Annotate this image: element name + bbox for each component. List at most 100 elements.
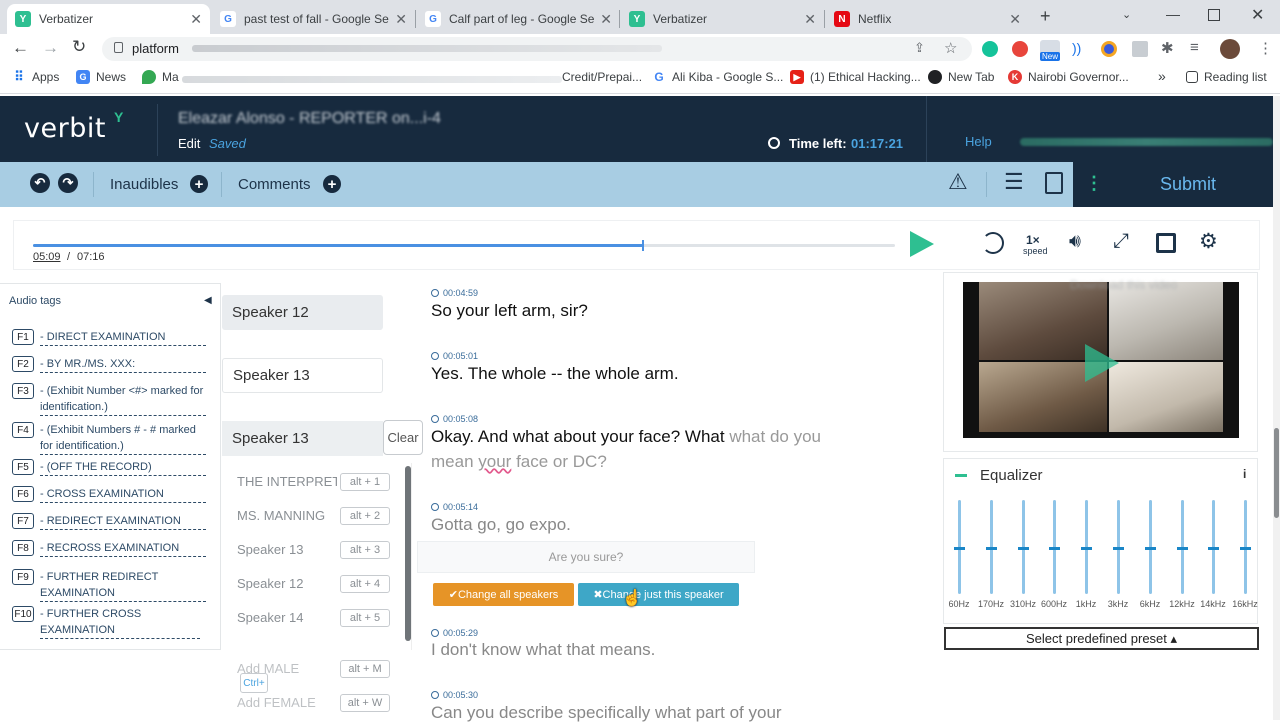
sound-extension-icon[interactable]: )) bbox=[1072, 40, 1081, 56]
segment-timestamp[interactable]: 00:04:59 bbox=[431, 288, 478, 298]
audio-tag-item[interactable]: F7 - REDIRECT EXAMINATION bbox=[12, 513, 206, 530]
bookmark-star-icon[interactable]: ☆ bbox=[944, 39, 957, 57]
reload-icon[interactable]: ↻ bbox=[72, 37, 86, 57]
forward-icon[interactable]: → bbox=[42, 38, 59, 58]
speaker-label[interactable]: Speaker 12 bbox=[222, 295, 383, 330]
speaker-option[interactable]: Speaker 14 bbox=[237, 610, 337, 625]
segment-timestamp[interactable]: 00:05:08 bbox=[431, 414, 478, 424]
preset-select[interactable]: Select predefined preset ▴ bbox=[944, 627, 1259, 650]
close-window-icon[interactable]: ✕ bbox=[1251, 5, 1264, 25]
eq-slider-knob[interactable] bbox=[1081, 547, 1092, 550]
submit-button[interactable]: Submit bbox=[1160, 174, 1216, 195]
bookmark-apps[interactable]: ⠿ Apps bbox=[12, 69, 59, 84]
segment-text[interactable]: So your left arm, sir? bbox=[431, 298, 588, 323]
eq-slider-knob[interactable] bbox=[1018, 547, 1029, 550]
play-icon[interactable] bbox=[910, 231, 934, 257]
audio-tag-item[interactable]: F1 - DIRECT EXAMINATION bbox=[12, 329, 206, 346]
segment-timestamp[interactable]: 00:05:30 bbox=[431, 690, 478, 700]
speaker-option[interactable]: Speaker 12 bbox=[237, 576, 337, 591]
inaudibles-label[interactable]: Inaudibles bbox=[110, 176, 178, 193]
share-icon[interactable]: ⇪ bbox=[914, 40, 925, 56]
browser-tab[interactable]: Y Verbatizer ✕ bbox=[621, 4, 824, 34]
segment-timestamp[interactable]: 00:05:01 bbox=[431, 351, 478, 361]
screenshot-extension-icon[interactable] bbox=[1132, 41, 1148, 57]
new-tab-button[interactable]: + bbox=[1040, 6, 1051, 27]
add-inaudible-icon[interactable]: + bbox=[190, 175, 208, 193]
seek-bar[interactable] bbox=[33, 244, 895, 247]
spellcheck-word[interactable]: your bbox=[478, 452, 511, 471]
segment-timestamp[interactable]: 00:05:14 bbox=[431, 502, 478, 512]
back-icon[interactable]: ← bbox=[12, 38, 29, 58]
undo-icon[interactable]: ↶ bbox=[30, 173, 50, 193]
video-frame[interactable] bbox=[963, 282, 1239, 438]
collapse-chevron-icon[interactable]: ◀ bbox=[204, 295, 212, 306]
dropdown-scrollbar[interactable] bbox=[405, 466, 411, 641]
browser-tab[interactable]: N Netflix ✕ bbox=[826, 4, 1029, 34]
change-this-speaker-button[interactable]: ✖Change just this speaker bbox=[578, 583, 739, 606]
segment-text[interactable]: Gotta go, go expo. bbox=[431, 512, 571, 537]
browser-tab[interactable]: Gpast test of fall - Google Sea ✕ bbox=[212, 4, 415, 34]
close-tab-icon[interactable]: ✕ bbox=[804, 11, 816, 28]
settings-gear-icon[interactable]: ⚙ bbox=[1199, 229, 1218, 254]
eq-slider-knob[interactable] bbox=[1049, 547, 1060, 550]
speaker-option[interactable]: Speaker 13 bbox=[237, 542, 337, 557]
bookmark-new-tab[interactable]: New Tab bbox=[928, 70, 994, 84]
change-all-speakers-button[interactable]: ✔Change all speakers bbox=[433, 583, 574, 606]
eq-slider-knob[interactable] bbox=[1145, 547, 1156, 550]
clear-button[interactable]: Clear bbox=[383, 420, 423, 455]
bookmark-alikiba[interactable]: G Ali Kiba - Google S... bbox=[652, 70, 783, 84]
bookmark-news[interactable]: G News bbox=[76, 70, 126, 84]
audio-tag-item[interactable]: F5 - (OFF THE RECORD) bbox=[12, 459, 206, 476]
vpn-extension-icon[interactable] bbox=[1101, 41, 1117, 57]
info-icon[interactable]: i bbox=[1243, 467, 1246, 481]
close-tab-icon[interactable]: ✕ bbox=[600, 11, 612, 28]
redo-icon[interactable]: ↷ bbox=[58, 173, 78, 193]
segment-text[interactable]: Can you describe specifically what part … bbox=[431, 700, 782, 725]
segment-text[interactable]: I don't know what that means. bbox=[431, 637, 655, 662]
add-comment-icon[interactable]: + bbox=[323, 175, 341, 193]
close-tab-icon[interactable]: ✕ bbox=[1009, 11, 1021, 28]
seek-thumb[interactable] bbox=[642, 240, 645, 251]
audio-tag-item[interactable]: F9 - FURTHER REDIRECT EXAMINATION bbox=[12, 569, 206, 602]
speed-value[interactable]: 1× bbox=[1026, 233, 1040, 247]
reading-list-button[interactable]: Reading list bbox=[1186, 70, 1267, 84]
more-bookmarks-button[interactable]: » bbox=[1158, 68, 1166, 84]
grammarly-extension-icon[interactable] bbox=[982, 41, 998, 57]
volume-icon[interactable]: 🔊︎ bbox=[1069, 231, 1081, 253]
media-control-icon[interactable]: ≡ bbox=[1190, 39, 1199, 56]
maximize-icon[interactable] bbox=[1208, 9, 1220, 21]
bookmark-nairobi[interactable]: K Nairobi Governor... bbox=[1008, 70, 1129, 84]
notebook-icon[interactable] bbox=[1045, 172, 1063, 194]
extension-icon[interactable]: New bbox=[1040, 40, 1061, 61]
audio-tag-item[interactable]: F4 - (Exhibit Numbers # - # marked for id… bbox=[12, 422, 206, 455]
bookmark-credit[interactable]: Credit/Prepai... bbox=[562, 70, 642, 84]
collapse-icon[interactable] bbox=[955, 474, 967, 477]
bookmark-ethical-hacking[interactable]: ▶ (1) Ethical Hacking... bbox=[790, 70, 921, 84]
address-bar[interactable]: platform ⇪ ☆ bbox=[102, 37, 972, 61]
browser-tab[interactable]: G Calf part of leg - Google Sear ✕ bbox=[417, 4, 620, 34]
adblock-extension-icon[interactable] bbox=[1012, 41, 1028, 57]
chrome-menu-icon[interactable]: ⋮ bbox=[1258, 39, 1273, 57]
audio-tag-item[interactable]: F8 - RECROSS EXAMINATION bbox=[12, 540, 206, 557]
speaker-option[interactable]: Add FEMALE bbox=[237, 695, 337, 710]
fullscreen-icon[interactable] bbox=[1156, 233, 1176, 253]
help-link[interactable]: Help bbox=[965, 134, 992, 149]
eq-slider-knob[interactable] bbox=[1113, 547, 1124, 550]
bookmark-maps[interactable]: Ma bbox=[142, 70, 179, 84]
profile-avatar[interactable] bbox=[1220, 39, 1240, 59]
warning-icon[interactable]: ⚠ bbox=[948, 169, 968, 195]
minimize-icon[interactable]: — bbox=[1166, 6, 1180, 22]
eq-slider-knob[interactable] bbox=[954, 547, 965, 550]
page-scrollbar-thumb[interactable] bbox=[1274, 428, 1279, 518]
close-tab-icon[interactable]: ✕ bbox=[395, 11, 407, 28]
edit-link[interactable]: Edit bbox=[178, 136, 200, 151]
audio-tag-item[interactable]: F6 - CROSS EXAMINATION bbox=[12, 486, 206, 503]
eq-slider-knob[interactable] bbox=[986, 547, 997, 550]
speaker-option[interactable]: THE INTERPRET... bbox=[237, 474, 337, 489]
list-icon[interactable]: ☰ bbox=[1004, 169, 1024, 195]
close-tab-icon[interactable]: ✕ bbox=[190, 11, 202, 28]
segment-text[interactable]: Okay. And what about your face? What wha… bbox=[431, 424, 841, 474]
expand-icon[interactable]: ⤢ bbox=[1113, 230, 1129, 253]
speaker-input-active[interactable]: Speaker 13 bbox=[222, 421, 383, 456]
comments-label[interactable]: Comments bbox=[238, 176, 311, 193]
